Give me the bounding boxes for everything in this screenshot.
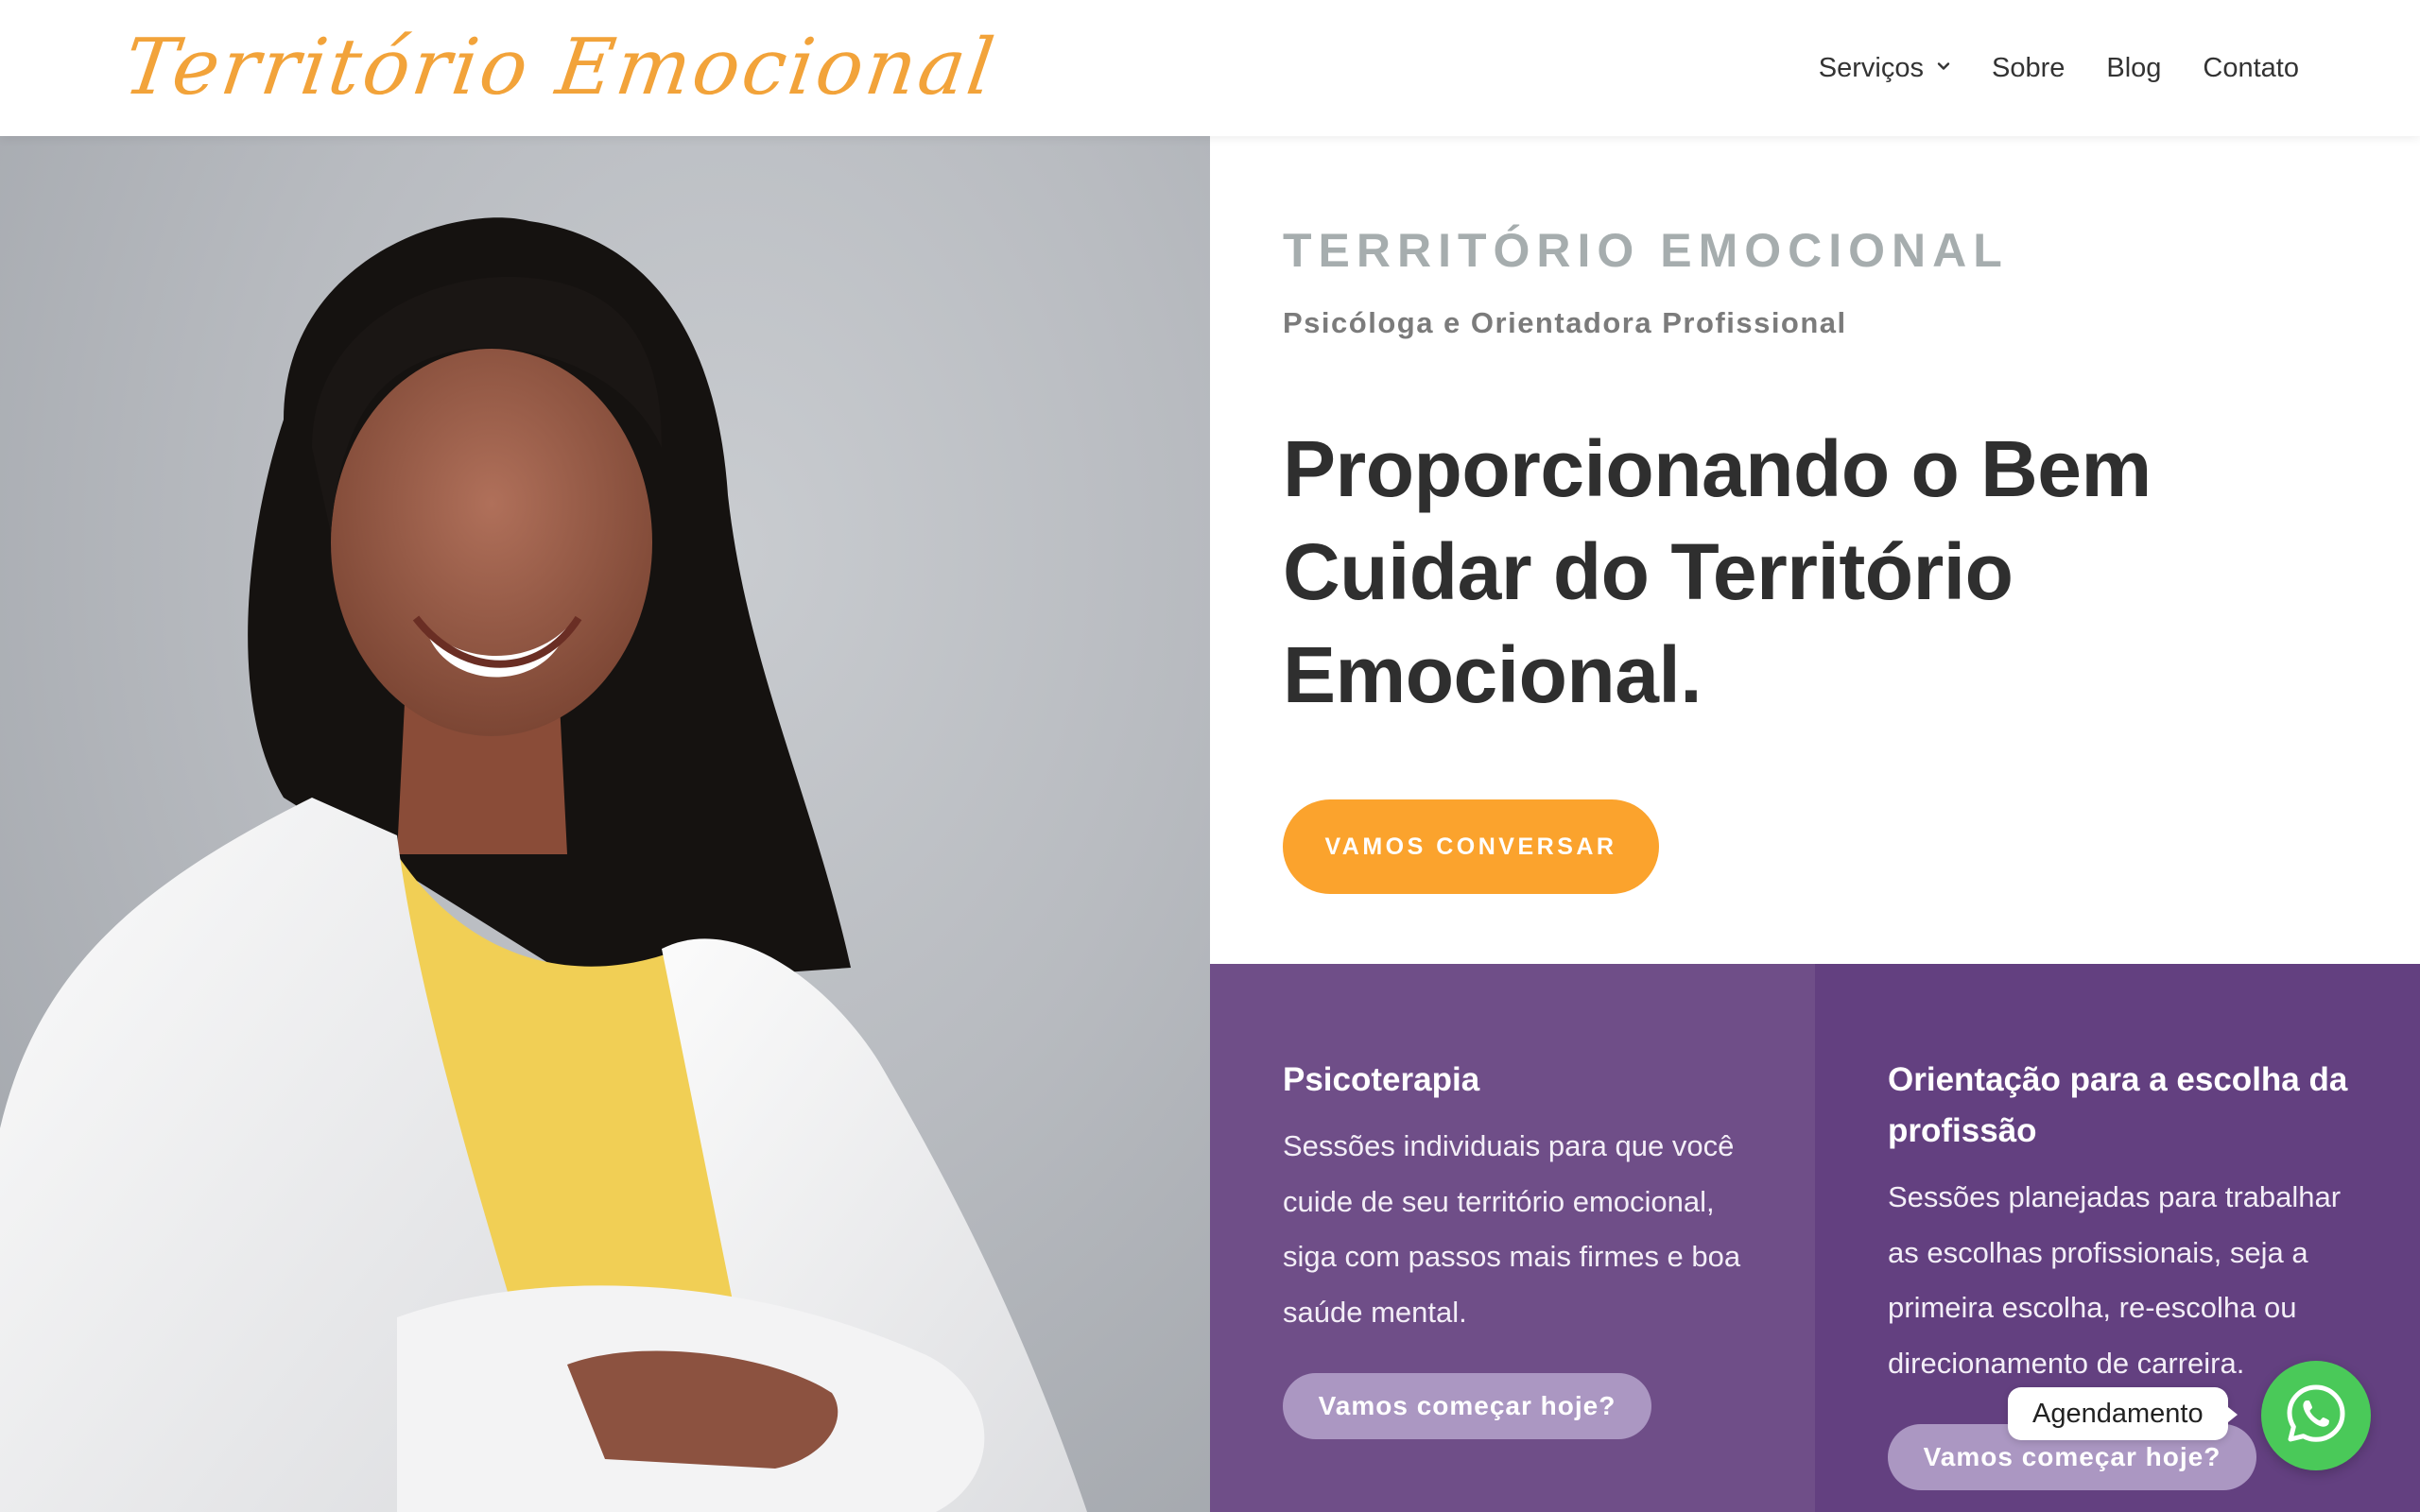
service-description: Sessões planejadas para trabalhar as esc… xyxy=(1888,1180,2342,1380)
nav-item-blog[interactable]: Blog xyxy=(2106,53,2161,84)
hero-subtitle: Psicóloga e Orientadora Profissional xyxy=(1283,306,1847,339)
logo-text: Território Emocional xyxy=(118,23,1002,112)
service-title: Psicoterapia xyxy=(1283,1061,1480,1098)
nav-item-contato[interactable]: Contato xyxy=(2203,53,2299,84)
hero-headline: Proporcionando o Bem Cuidar do Territóri… xyxy=(1283,424,2152,719)
vamos-conversar-button[interactable]: VAMOS CONVERSAR xyxy=(1283,799,1659,894)
portrait-photo xyxy=(0,136,1210,1512)
site-logo[interactable]: Território Emocional xyxy=(118,21,1001,115)
whatsapp-button[interactable] xyxy=(2261,1361,2371,1470)
portrait-illustration xyxy=(0,217,1087,1512)
nav-item-sobre[interactable]: Sobre xyxy=(1992,53,2065,84)
main-nav: Serviços Sobre Blog Contato xyxy=(1819,42,2299,94)
whatsapp-icon xyxy=(2282,1380,2350,1452)
nav-item-label: Serviços xyxy=(1818,52,1924,83)
hero-eyebrow: TERRITÓRIO EMOCIONAL xyxy=(1283,224,2009,277)
chevron-down-icon xyxy=(1937,60,1950,73)
psicoterapia-start-button[interactable]: Vamos começar hoje? xyxy=(1283,1373,1651,1439)
services-section: Psicoterapia Sessões individuais para qu… xyxy=(1210,964,2420,1512)
nav-item-servicos[interactable]: Serviços xyxy=(1819,53,1950,84)
hero-section: TERRITÓRIO EMOCIONAL Psicóloga e Orienta… xyxy=(1283,227,2351,727)
service-description: Sessões individuais para que você cuide … xyxy=(1283,1129,1741,1329)
whatsapp-label[interactable]: Agendamento xyxy=(2008,1387,2238,1440)
site-header: Território Emocional Serviços Sobre Blog… xyxy=(0,0,2420,136)
service-card-psicoterapia: Psicoterapia Sessões individuais para qu… xyxy=(1210,964,1815,1512)
service-title: Orientação para a escolha da profissão xyxy=(1888,1061,2348,1149)
